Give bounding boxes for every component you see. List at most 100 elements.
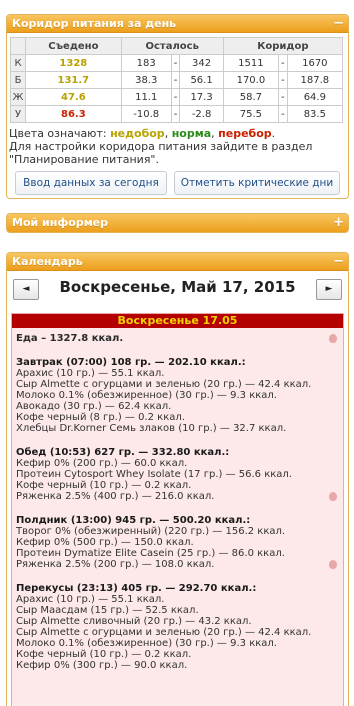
- corridor-min: 75.5: [222, 105, 279, 123]
- meal-title: Полдник (13:00) 945 гр. — 500.20 ккал.:: [16, 515, 339, 526]
- range-dash: -: [170, 88, 181, 106]
- food-item: Ряженка 2.5% (400 гр.) — 216.0 ккал.: [16, 491, 215, 502]
- corridor-max: 187.8: [287, 71, 344, 89]
- day-total-text: Еда – 1327.8 ккал.: [16, 333, 124, 344]
- expand-icon[interactable]: +: [333, 214, 344, 232]
- apple-icon-row: Ряженка 2.5% (400 гр.) — 216.0 ккал.: [16, 491, 339, 502]
- food-item: Сыр Almette с огурцами и зеленью (20 гр.…: [16, 379, 312, 390]
- informer-panel: Мой информер +: [6, 213, 349, 233]
- col-remaining: Осталось: [120, 37, 224, 55]
- remaining-min: 11.1: [120, 88, 172, 106]
- legend-under: недобор: [110, 127, 165, 140]
- food-item: Молоко 0.1% (обезжиренное) (30 гр.) — 9.…: [16, 390, 277, 401]
- remaining-min: -10.8: [120, 105, 172, 123]
- corridor-title: Коридор питания за день: [12, 17, 177, 30]
- calendar-date: Воскресенье, Май 17, 2015: [59, 278, 296, 296]
- informer-header[interactable]: Мой информер +: [7, 214, 348, 232]
- food-item: Арахис (10 гр.) — 55.1 ккал.: [16, 368, 165, 379]
- next-day-button[interactable]: ►: [316, 279, 342, 300]
- corridor-min: 58.7: [222, 88, 279, 106]
- corridor-min: 170.0: [222, 71, 279, 89]
- meal-title-text: Обед (10:53) 627 гр. — 332.80 ккал.:: [16, 447, 230, 458]
- meal-title: Перекусы (23:13) 405 гр. — 292.70 ккал.:: [16, 583, 339, 594]
- food-item: Арахис (10 гр.) — 55.1 ккал.: [16, 594, 165, 605]
- remaining-max: 342: [179, 54, 224, 72]
- remaining-max: -2.8: [179, 105, 224, 123]
- range-dash: -: [170, 54, 181, 72]
- eaten-value: 47.6: [25, 88, 122, 106]
- enter-today-button[interactable]: Ввод данных за сегодня: [15, 171, 167, 195]
- range-dash: -: [278, 105, 288, 123]
- corridor-row: Ж 47.6 11.1-17.3 58.7-64.9: [10, 88, 344, 106]
- informer-title: Мой информер: [12, 216, 109, 229]
- remaining-max: 56.1: [179, 71, 224, 89]
- corridor-row: У 86.3 -10.8- -2.8 75.5-83.5: [10, 105, 344, 123]
- legend-prefix: Цвета означают:: [9, 127, 111, 140]
- remaining-min: 38.3: [120, 71, 172, 89]
- legend-sep-1: ,: [164, 127, 172, 140]
- apple-icon[interactable]: [329, 334, 337, 343]
- legend-ok: норма: [171, 127, 212, 140]
- food-item: Кофе черный (8 гр.) — 0.2 ккал.: [16, 412, 185, 423]
- meal-title-text: Полдник (13:00) 945 гр. — 500.20 ккал.:: [16, 515, 251, 526]
- range-dash: -: [278, 88, 288, 106]
- remaining-min: 183: [120, 54, 172, 72]
- row-label: У: [10, 105, 26, 123]
- food-item: Хлебцы Dr.Korner Семь злаков (10 гр.) — …: [16, 423, 287, 434]
- food-item: Кефир 0% (200 гр.) — 60.0 ккал.: [16, 458, 188, 469]
- range-dash: -: [278, 54, 288, 72]
- meal-title: Завтрак (07:00) 108 гр. — 202.10 ккал.:: [16, 357, 339, 368]
- range-dash: -: [170, 71, 181, 89]
- row-label: Б: [10, 71, 26, 89]
- corner-cell: [10, 37, 26, 55]
- apple-icon[interactable]: [329, 560, 337, 569]
- legend-end: .: [271, 127, 276, 140]
- range-dash: -: [278, 71, 288, 89]
- corridor-hint: Для настройки коридора питания зайдите в…: [9, 140, 313, 166]
- meal-title-text: Завтрак (07:00) 108 гр. — 202.10 ккал.:: [16, 357, 246, 368]
- corridor-row: Б 131.7 38.3-56.1 170.0-187.8: [10, 71, 344, 89]
- food-item: Кофе черный (10 гр.) — 0.2 ккал.: [16, 480, 192, 491]
- day-total: Еда – 1327.8 ккал.: [16, 333, 339, 344]
- calendar-header[interactable]: Календарь −: [7, 253, 348, 271]
- corridor-header[interactable]: Коридор питания за день −: [7, 15, 348, 33]
- row-label: Ж: [10, 88, 26, 106]
- meal-title: Обед (10:53) 627 гр. — 332.80 ккал.:: [16, 447, 339, 458]
- corridor-table: Съедено Осталось Коридор К 1328 183-342 151…: [10, 37, 344, 123]
- food-item: Ряженка 2.5% (200 гр.) — 108.0 ккал.: [16, 559, 215, 570]
- food-item: Протеин Cytosport Whey Isolate (17 гр.) …: [16, 469, 292, 480]
- corridor-panel: Коридор питания за день − Съедено Остало…: [6, 14, 349, 199]
- food-item: Протеин Dymatize Elite Casein (25 гр.) —…: [16, 548, 285, 559]
- prev-day-button[interactable]: ◄: [13, 279, 39, 300]
- col-eaten: Съедено: [25, 37, 122, 55]
- apple-icon[interactable]: [329, 492, 337, 501]
- mark-critical-days-button[interactable]: Отметить критические дни: [174, 171, 340, 195]
- day-label: Воскресенье 17.05: [12, 314, 343, 328]
- range-dash: -: [170, 105, 181, 123]
- food-item: Сыр Almette сливочный (20 гр.) — 43.2 кк…: [16, 616, 252, 627]
- apple-icon-row: Ряженка 2.5% (200 гр.) — 108.0 ккал.: [16, 559, 339, 570]
- eaten-value: 86.3: [25, 105, 122, 123]
- calendar-panel: Календарь − ◄ Воскресенье, Май 17, 2015 …: [6, 252, 349, 706]
- row-label: К: [10, 54, 26, 72]
- legend: Цвета означают: недобор, норма, перебор.…: [7, 123, 348, 166]
- corridor-row: К 1328 183-342 1511-1670: [10, 54, 344, 72]
- remaining-max: 17.3: [179, 88, 224, 106]
- collapse-icon[interactable]: −: [333, 15, 344, 33]
- day-entry: Воскресенье 17.05 Еда – 1327.8 ккал. Зав…: [11, 313, 344, 706]
- corridor-min: 1511: [222, 54, 279, 72]
- day-body: Еда – 1327.8 ккал. Завтрак (07:00) 108 г…: [12, 328, 343, 676]
- food-item: Молоко 0.1% (обезжиренное) (30 гр.) — 9.…: [16, 638, 277, 649]
- corridor-max: 1670: [287, 54, 344, 72]
- corridor-max: 64.9: [287, 88, 344, 106]
- food-item: Творог 0% (обезжиренный) (220 гр.) — 156…: [16, 526, 286, 537]
- eaten-value: 1328: [25, 54, 122, 72]
- food-item: Кофе черный (10 гр.) — 0.2 ккал.: [16, 649, 192, 660]
- food-item: Сыр Маасдам (15 гр.) — 52.5 ккал.: [16, 605, 199, 616]
- collapse-icon[interactable]: −: [333, 253, 344, 271]
- food-item: Кефир 0% (500 гр.) — 150.0 ккал.: [16, 537, 194, 548]
- col-corridor: Коридор: [222, 37, 344, 55]
- food-item: Кефир 0% (300 гр.) — 90.0 ккал.: [16, 660, 188, 671]
- legend-over: перебор: [218, 127, 272, 140]
- corridor-max: 83.5: [287, 105, 344, 123]
